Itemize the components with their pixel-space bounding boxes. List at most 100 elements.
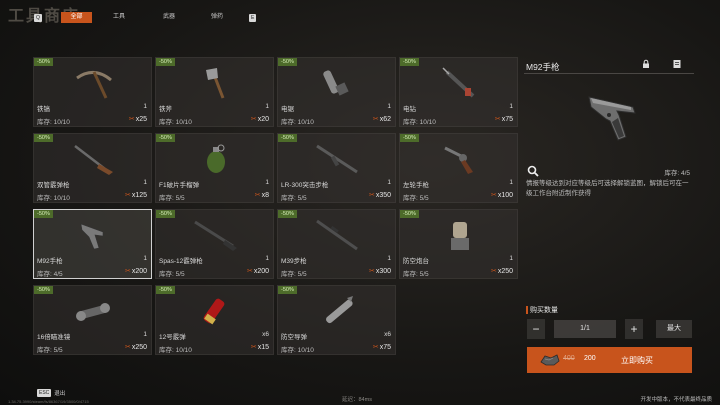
grenade-icon — [191, 142, 241, 176]
price-value: x15 — [257, 344, 269, 351]
scrap-icon: ✂ — [128, 116, 135, 123]
scrap-icon: ✂ — [124, 192, 131, 199]
item-quantity: 1 — [143, 331, 147, 338]
scrap-icon: ✂ — [246, 268, 253, 275]
item-card[interactable]: -50% 16倍瞄准镜 1 库存: 5/5 ✂x250 — [33, 285, 152, 355]
double-barrel-shotgun-icon — [69, 142, 119, 176]
item-price: ✂x100 — [491, 191, 513, 199]
detail-description: 情报等级达到对应等级后可选择解锁蓝图，解锁后可在一级工作台附近制作获得 — [526, 180, 689, 197]
tab-ammo[interactable]: 弹药 — [202, 12, 232, 23]
price-value: x75 — [379, 344, 391, 351]
item-price: ✂x75 — [373, 343, 391, 351]
item-stock: 库存: 4/5 — [37, 271, 63, 278]
item-card[interactable]: -50% 防空炮台 1 库存: 5/5 ✂x250 — [399, 209, 518, 279]
lock-icon[interactable] — [641, 59, 651, 69]
key-hint-e: E — [249, 14, 257, 22]
item-card[interactable]: -50% 12号霰弹 x6 库存: 10/10 ✂x15 — [155, 285, 274, 355]
item-card[interactable]: -50% 铁斧 1 库存: 10/10 ✂x20 — [155, 57, 274, 127]
tab-tools[interactable]: 工具 — [104, 12, 134, 23]
item-card[interactable]: -50% F1破片手榴弹 1 库存: 5/5 ✂x8 — [155, 133, 274, 203]
item-card[interactable]: -50% Spas-12霰弹枪 1 库存: 5/5 ✂x200 — [155, 209, 274, 279]
item-card[interactable]: -50% 双管霰弹枪 1 库存: 10/10 ✂x125 — [33, 133, 152, 203]
tab-all[interactable]: 全部 — [61, 12, 92, 23]
item-card[interactable]: -50% LR-300突击步枪 1 库存: 5/5 ✂x350 — [277, 133, 396, 203]
max-button[interactable]: 最大 — [656, 320, 692, 338]
shotgun-icon — [191, 218, 241, 252]
item-name: 电锯 — [281, 106, 294, 113]
item-stock: 库存: 10/10 — [281, 347, 314, 354]
item-quantity: 1 — [509, 179, 513, 186]
item-name: 12号霰弹 — [159, 334, 186, 341]
item-stock: 库存: 10/10 — [37, 195, 70, 202]
scrap-icon — [539, 352, 561, 368]
quantity-value[interactable]: 1/1 — [554, 320, 616, 338]
item-quantity: 1 — [387, 255, 391, 262]
tab-weapons[interactable]: 武器 — [154, 12, 184, 23]
price-value: x25 — [135, 116, 147, 123]
scrap-icon: ✂ — [250, 116, 257, 123]
buy-now-button[interactable]: 400 200 立即购买 — [527, 347, 692, 373]
detail-divider — [524, 73, 694, 74]
item-card[interactable]: -50% M92手枪 1 库存: 4/5 ✂x200 — [33, 209, 152, 279]
dev-version-note: 开发中版本，不代表最终品质 — [640, 397, 712, 403]
item-quantity: 1 — [387, 179, 391, 186]
price-value: x250 — [497, 268, 513, 275]
item-stock: 库存: 5/5 — [403, 271, 429, 278]
item-quantity: 1 — [143, 255, 147, 262]
blueprint-icon[interactable] — [672, 59, 682, 69]
discount-badge: -50% — [34, 286, 53, 294]
search-icon[interactable] — [527, 165, 539, 180]
discount-badge: -50% — [156, 58, 175, 66]
latency-readout: 延迟：84ms — [342, 397, 372, 403]
discount-badge: -50% — [34, 210, 53, 218]
price-value: x200 — [253, 268, 269, 275]
scrap-icon: ✂ — [494, 116, 501, 123]
scrap-icon: ✂ — [250, 344, 257, 351]
item-quantity: 1 — [387, 103, 391, 110]
item-name: 铁斧 — [159, 106, 172, 113]
item-stock: 库存: 5/5 — [281, 271, 307, 278]
detail-title: M92手枪 — [526, 62, 560, 72]
quantity-stepper: − 1/1 + 最大 — [527, 319, 692, 339]
price-value: x62 — [379, 116, 391, 123]
plus-button[interactable]: + — [625, 319, 643, 339]
discounted-price: 200 — [584, 355, 596, 362]
scrap-icon: ✂ — [368, 268, 375, 275]
detail-stock: 库存: 4/5 — [664, 170, 690, 177]
price-value: x200 — [131, 268, 147, 275]
discount-badge: -50% — [400, 210, 419, 218]
scrap-icon: ✂ — [490, 268, 497, 275]
item-price: ✂x15 — [251, 343, 269, 351]
item-name: 防空炮台 — [403, 258, 429, 265]
item-quantity: 1 — [265, 103, 269, 110]
item-card[interactable]: -50% 电锯 1 库存: 10/10 ✂x62 — [277, 57, 396, 127]
pickaxe-icon — [69, 66, 119, 100]
item-card[interactable]: -50% M39步枪 1 库存: 5/5 ✂x300 — [277, 209, 396, 279]
item-price: ✂x125 — [125, 191, 147, 199]
item-stock: 库存: 5/5 — [281, 195, 307, 202]
item-stock: 库存: 10/10 — [281, 119, 314, 126]
item-name: M39步枪 — [281, 258, 307, 265]
price-value: x300 — [375, 268, 391, 275]
exit-hint[interactable]: ESC 退出 — [37, 389, 65, 397]
price-value: x250 — [131, 344, 147, 351]
item-card[interactable]: -50% 铁镐 1 库存: 10/10 ✂x25 — [33, 57, 152, 127]
chainsaw-icon — [313, 66, 363, 100]
scrap-icon: ✂ — [368, 192, 375, 199]
item-price: ✂x350 — [369, 191, 391, 199]
discount-badge: -50% — [278, 58, 297, 66]
item-card[interactable]: -50% 左轮手枪 1 库存: 5/5 ✂x100 — [399, 133, 518, 203]
scrap-icon: ✂ — [124, 344, 131, 351]
item-stock: 库存: 5/5 — [403, 195, 429, 202]
buy-now-label: 立即购买 — [621, 356, 653, 365]
item-card[interactable]: -50% 防空导弹 x6 库存: 10/10 ✂x75 — [277, 285, 396, 355]
price-value: x20 — [257, 116, 269, 123]
exit-label: 退出 — [54, 391, 66, 397]
scrap-icon: ✂ — [372, 344, 379, 351]
price-value: x100 — [497, 192, 513, 199]
item-name: Spas-12霰弹枪 — [159, 258, 203, 265]
item-card[interactable]: -50% 电钻 1 库存: 10/10 ✂x75 — [399, 57, 518, 127]
discount-badge: -50% — [156, 134, 175, 142]
minus-button[interactable]: − — [527, 319, 545, 339]
item-name: 左轮手枪 — [403, 182, 429, 189]
